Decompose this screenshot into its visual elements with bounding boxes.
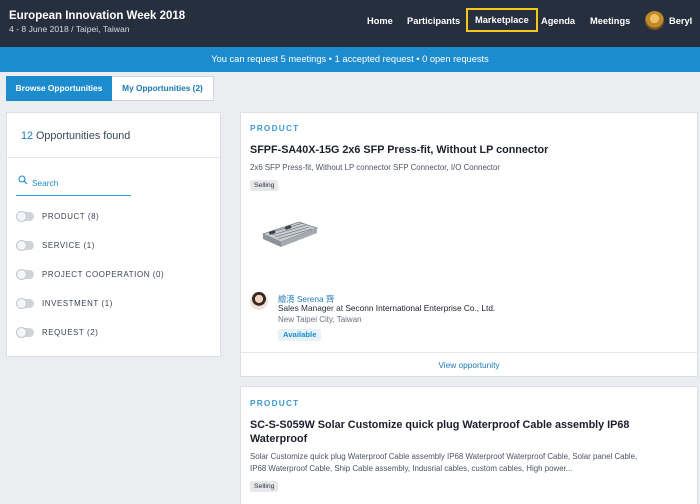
seller-role: Sales Manager at Seconn International En… (278, 303, 495, 313)
investment-toggle[interactable] (16, 297, 34, 309)
card-description: 2x6 SFP Press-fit, Without LP connector … (250, 163, 500, 172)
card-title[interactable]: SC-S-S059W Solar Customize quick plug Wa… (250, 418, 670, 446)
filter-label: PROJECT COOPERATION (0) (42, 269, 165, 279)
opportunity-card[interactable]: PRODUCT SC-S-S059W Solar Customize quick… (240, 386, 698, 504)
count-number: 12 (21, 130, 34, 142)
availability-badge: Available (278, 329, 322, 341)
opportunities-count: 12 Opportunities found (21, 130, 130, 142)
nav-meetings[interactable]: Meetings (590, 16, 630, 26)
tab-browse-opportunities[interactable]: Browse Opportunities (6, 76, 112, 101)
seller-title: Sales Manager at (278, 303, 346, 313)
divider (7, 157, 220, 158)
filter-project-cooperation[interactable]: PROJECT COOPERATION (0) (16, 267, 164, 281)
meeting-status-bar: You can request 5 meetings • 1 accepted … (0, 47, 700, 72)
filter-label: PRODUCT (8) (42, 211, 100, 221)
user-name[interactable]: Beryl (669, 16, 692, 26)
card-category: PRODUCT (250, 123, 300, 133)
filter-investment[interactable]: INVESTMENT (1) (16, 296, 113, 310)
nav-agenda[interactable]: Agenda (541, 16, 575, 26)
seller-avatar[interactable] (250, 292, 268, 310)
filter-panel: 12 Opportunities found PRODUCT (8) SERVI… (6, 112, 221, 357)
nav-marketplace[interactable]: Marketplace (466, 8, 538, 32)
event-title: European Innovation Week 2018 (9, 10, 186, 22)
tab-my-opportunities[interactable]: My Opportunities (2) (112, 76, 214, 101)
seller-location: New Taipei City, Taiwan (278, 315, 362, 324)
top-navbar: European Innovation Week 2018 4 - 8 June… (0, 0, 700, 47)
user-avatar[interactable] (645, 11, 664, 30)
filter-service[interactable]: SERVICE (1) (16, 238, 95, 252)
card-category: PRODUCT (250, 398, 300, 408)
nav-participants[interactable]: Participants (407, 16, 460, 26)
card-title[interactable]: SFPF-SA40X-15G 2x6 SFP Press-fit, Withou… (250, 144, 548, 156)
filter-request[interactable]: REQUEST (2) (16, 325, 98, 339)
selling-badge: Selling (250, 481, 279, 492)
card-description: Solar Customize quick plug Waterproof Ca… (250, 452, 638, 473)
event-subtitle: 4 - 8 June 2018 / Taipei, Taiwan (9, 24, 130, 34)
seller-company: Seconn International Enterprise Co., Ltd… (345, 303, 496, 313)
count-label: Opportunities found (33, 130, 131, 142)
filter-label: INVESTMENT (1) (42, 298, 113, 308)
filter-label: SERVICE (1) (42, 240, 95, 250)
filter-product[interactable]: PRODUCT (8) (16, 209, 99, 223)
search-input[interactable] (16, 171, 131, 196)
product-image[interactable] (259, 216, 319, 248)
product-toggle[interactable] (16, 210, 34, 222)
service-toggle[interactable] (16, 239, 34, 251)
selling-badge: Selling (250, 180, 279, 191)
nav-home[interactable]: Home (367, 16, 393, 26)
project-cooperation-toggle[interactable] (16, 268, 34, 280)
filter-label: REQUEST (2) (42, 327, 99, 337)
view-opportunity-link[interactable]: View opportunity (241, 353, 697, 377)
opportunity-card[interactable]: PRODUCT SFPF-SA40X-15G 2x6 SFP Press-fit… (240, 112, 698, 377)
request-toggle[interactable] (16, 326, 34, 338)
